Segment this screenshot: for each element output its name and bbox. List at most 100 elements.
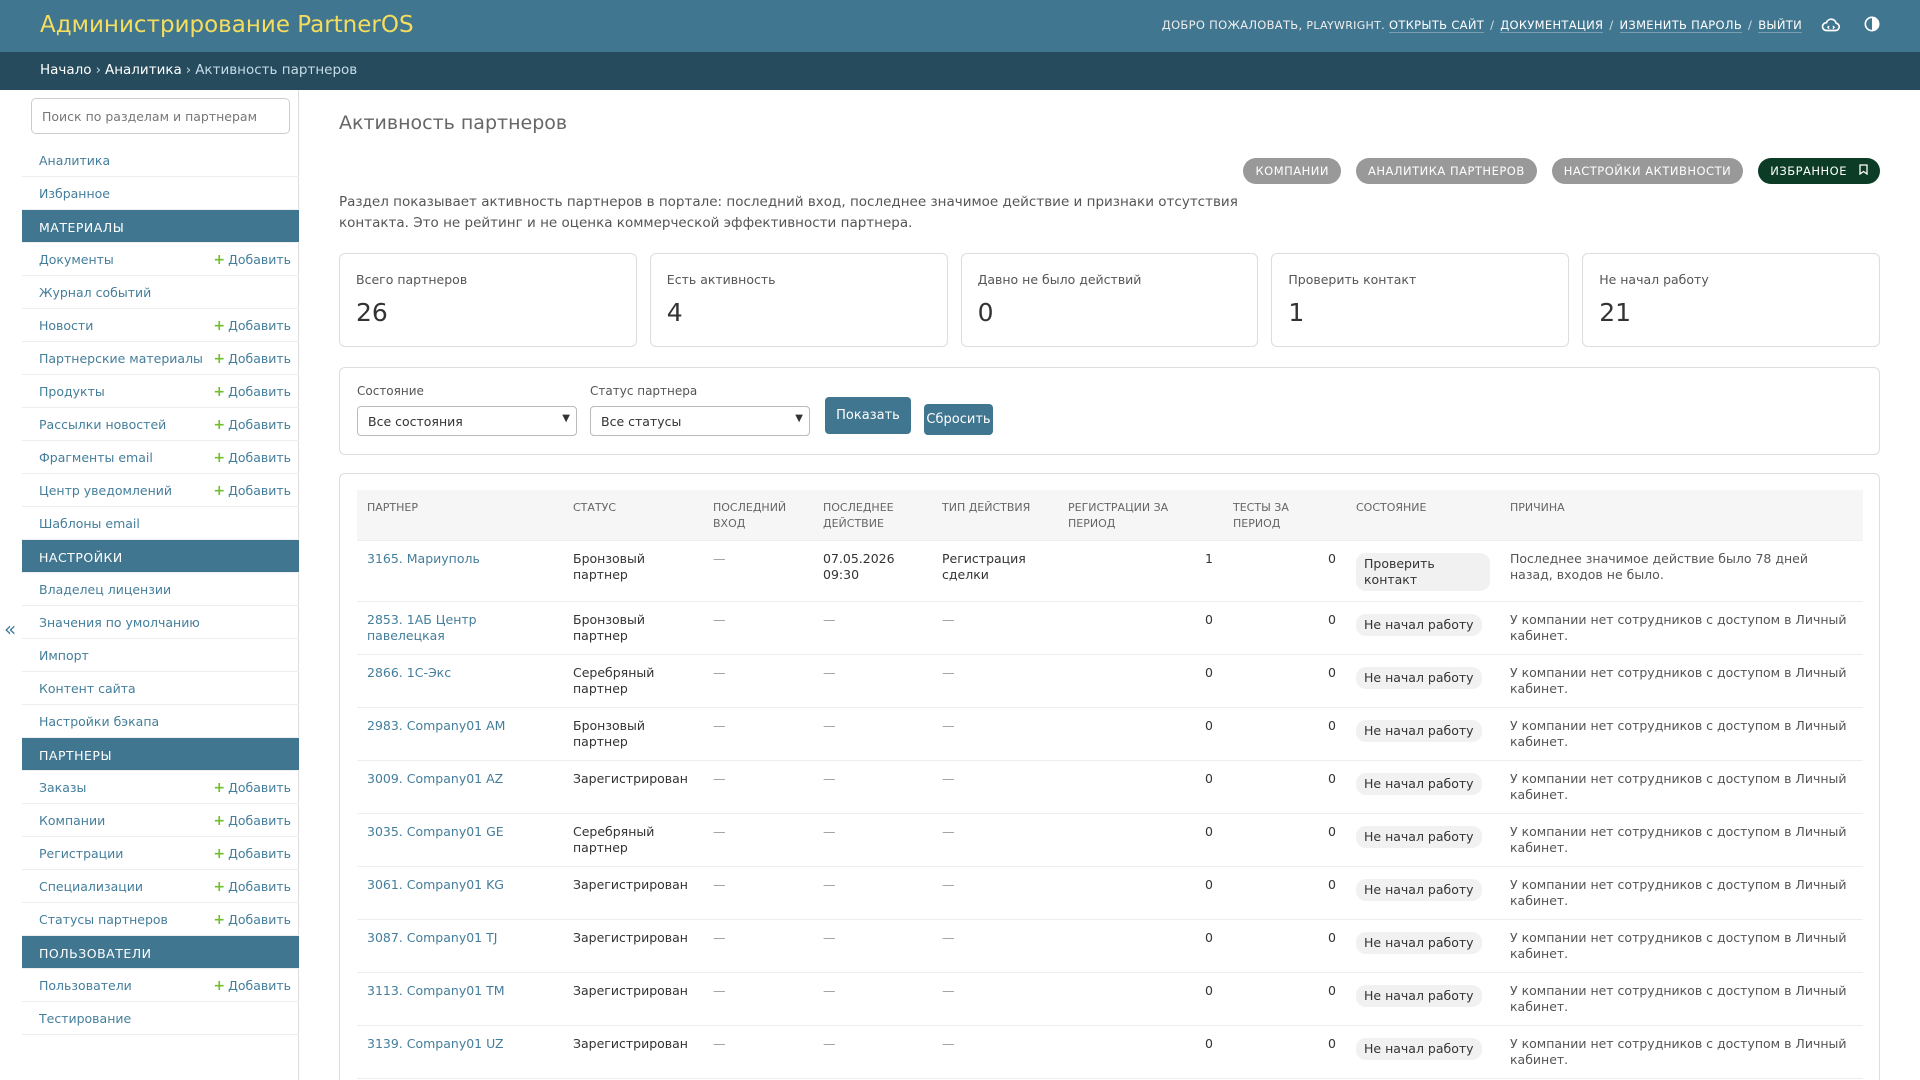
sidebar-section-caption[interactable]: Материалы (22, 210, 299, 243)
partner-link[interactable]: 2853. 1АБ Центр павелецкая (367, 612, 477, 643)
sidebar-item[interactable]: Регистрации + Добавить (22, 837, 299, 870)
sidebar-item-label[interactable]: Пользователи (39, 978, 132, 993)
add-link[interactable]: + Добавить (213, 978, 291, 994)
sidebar-section-caption[interactable]: Пользователи (22, 936, 299, 969)
add-link[interactable]: + Добавить (213, 846, 291, 862)
column-header[interactable]: Причина (1500, 490, 1863, 541)
add-link[interactable]: + Добавить (213, 780, 291, 796)
sidebar-item-label[interactable]: Импорт (39, 648, 89, 663)
sidebar-item[interactable]: Документы + Добавить (22, 243, 299, 276)
add-link[interactable]: + Добавить (213, 384, 291, 400)
sidebar-item[interactable]: Компании + Добавить (22, 804, 299, 837)
sidebar-item[interactable]: Настройки бэкапа (22, 705, 299, 738)
theme-toggle-icon[interactable] (1862, 14, 1882, 38)
sidebar-item[interactable]: Пользователи + Добавить (22, 969, 299, 1002)
partner-link[interactable]: 3009. Company01 AZ (367, 771, 503, 786)
partner-link[interactable]: 2983. Company01 AM (367, 718, 505, 733)
column-header[interactable]: Последний вход (703, 490, 813, 541)
column-header[interactable]: Статус (563, 490, 703, 541)
sidebar-item-label[interactable]: Заказы (39, 780, 86, 795)
tool-activity-settings-button[interactable]: Настройки активности (1551, 158, 1744, 184)
sidebar-item-label[interactable]: Фрагменты email (39, 450, 153, 465)
sidebar-item[interactable]: Избранное (22, 177, 299, 210)
status-filter-select[interactable]: Все статусы ▼ (590, 406, 810, 436)
column-header[interactable]: Состояние (1346, 490, 1500, 541)
add-link[interactable]: + Добавить (213, 318, 291, 334)
add-link[interactable]: + Добавить (213, 483, 291, 499)
sidebar-section-caption[interactable]: Настройки (22, 540, 299, 573)
sidebar-item-label[interactable]: Аналитика (39, 153, 110, 168)
sidebar-item-label[interactable]: Контент сайта (39, 681, 136, 696)
sidebar-item-label[interactable]: Специализации (39, 879, 143, 894)
partner-link[interactable]: 3113. Company01 TM (367, 983, 505, 998)
add-link[interactable]: + Добавить (213, 912, 291, 928)
sidebar-item[interactable]: Фрагменты email + Добавить (22, 441, 299, 474)
sidebar-item[interactable]: Владелец лицензии (22, 573, 299, 606)
reset-button[interactable]: Сбросить (924, 404, 993, 435)
add-link[interactable]: + Добавить (213, 252, 291, 268)
add-link[interactable]: + Добавить (213, 351, 291, 367)
column-header[interactable]: Тип действия (932, 490, 1058, 541)
sidebar-item[interactable]: Импорт (22, 639, 299, 672)
sidebar-item-label[interactable]: Центр уведомлений (39, 483, 172, 498)
site-name[interactable]: Администрирование PartnerOS (40, 12, 414, 38)
sidebar-item[interactable]: Продукты + Добавить (22, 375, 299, 408)
partner-link[interactable]: 3165. Мариуполь (367, 551, 480, 566)
sidebar-item[interactable]: Центр уведомлений + Добавить (22, 474, 299, 507)
sidebar-section-caption[interactable]: Партнеры (22, 738, 299, 771)
sidebar-item[interactable]: Рассылки новостей + Добавить (22, 408, 299, 441)
cloud-icon[interactable] (1820, 14, 1842, 40)
sidebar-item[interactable]: Заказы + Добавить (22, 771, 299, 804)
sidebar-item-label[interactable]: Настройки бэкапа (39, 714, 159, 729)
sidebar-item-label[interactable]: Избранное (39, 186, 110, 201)
sidebar-item-label[interactable]: Документы (39, 252, 114, 267)
sidebar-item[interactable]: Партнерские материалы + Добавить (22, 342, 299, 375)
sidebar-item[interactable]: Статусы партнеров + Добавить (22, 903, 299, 936)
column-header[interactable]: Тесты за период (1223, 490, 1346, 541)
column-header[interactable]: Последнее действие (813, 490, 932, 541)
partner-link[interactable]: 3035. Company01 GE (367, 824, 504, 839)
partner-link[interactable]: 3087. Company01 TJ (367, 930, 497, 945)
partner-link[interactable]: 2866. 1С-Экс (367, 665, 451, 680)
logout-link[interactable]: Выйти (1758, 18, 1802, 33)
sidebar-item-label[interactable]: Новости (39, 318, 93, 333)
partner-link[interactable]: 3061. Company01 KG (367, 877, 504, 892)
sidebar-item-label[interactable]: Шаблоны email (39, 516, 140, 531)
sidebar-item-label[interactable]: Компании (39, 813, 105, 828)
breadcrumb-home[interactable]: Начало (40, 62, 92, 78)
sidebar-item[interactable]: Значения по умолчанию (22, 606, 299, 639)
column-header[interactable]: Партнер (357, 490, 563, 541)
column-header[interactable]: Регистрации за период (1058, 490, 1223, 541)
view-site-link[interactable]: Открыть сайт (1389, 18, 1485, 33)
sidebar-item[interactable]: Шаблоны email (22, 507, 299, 540)
show-button[interactable]: Показать (825, 397, 911, 434)
breadcrumb-analytics[interactable]: Аналитика (105, 62, 182, 78)
sidebar-item[interactable]: Специализации + Добавить (22, 870, 299, 903)
tool-partner-analytics-button[interactable]: Аналитика партнеров (1356, 158, 1537, 184)
sidebar-item-label[interactable]: Продукты (39, 384, 105, 399)
add-link[interactable]: + Добавить (213, 813, 291, 829)
add-link[interactable]: + Добавить (213, 879, 291, 895)
sidebar-item[interactable]: Тестирование (22, 1002, 299, 1035)
add-link[interactable]: + Добавить (213, 417, 291, 433)
state-filter-select[interactable]: Все состояния ▼ (357, 406, 577, 436)
sidebar-item[interactable]: Журнал событий (22, 276, 299, 309)
sidebar-item-label[interactable]: Регистрации (39, 846, 123, 861)
sidebar-item-label[interactable]: Журнал событий (39, 285, 151, 300)
toggle-sidebar-icon[interactable]: « (4, 617, 16, 641)
add-link[interactable]: + Добавить (213, 450, 291, 466)
sidebar-item-label[interactable]: Тестирование (39, 1011, 131, 1026)
sidebar-item[interactable]: Новости + Добавить (22, 309, 299, 342)
tool-favorites-button[interactable]: Избранное (1758, 158, 1880, 184)
sidebar-item[interactable]: Аналитика (22, 144, 299, 177)
tool-companies-button[interactable]: Компании (1243, 158, 1341, 184)
partner-link[interactable]: 3139. Company01 UZ (367, 1036, 504, 1051)
docs-link[interactable]: Документация (1500, 18, 1604, 33)
change-password-link[interactable]: Изменить пароль (1619, 18, 1743, 33)
sidebar-item-label[interactable]: Статусы партнеров (39, 912, 168, 927)
sidebar-item-label[interactable]: Значения по умолчанию (39, 615, 200, 630)
nav-filter-input[interactable] (31, 98, 290, 134)
sidebar-item-label[interactable]: Рассылки новостей (39, 417, 166, 432)
sidebar-item-label[interactable]: Владелец лицензии (39, 582, 171, 597)
sidebar-item-label[interactable]: Партнерские материалы (39, 351, 203, 366)
